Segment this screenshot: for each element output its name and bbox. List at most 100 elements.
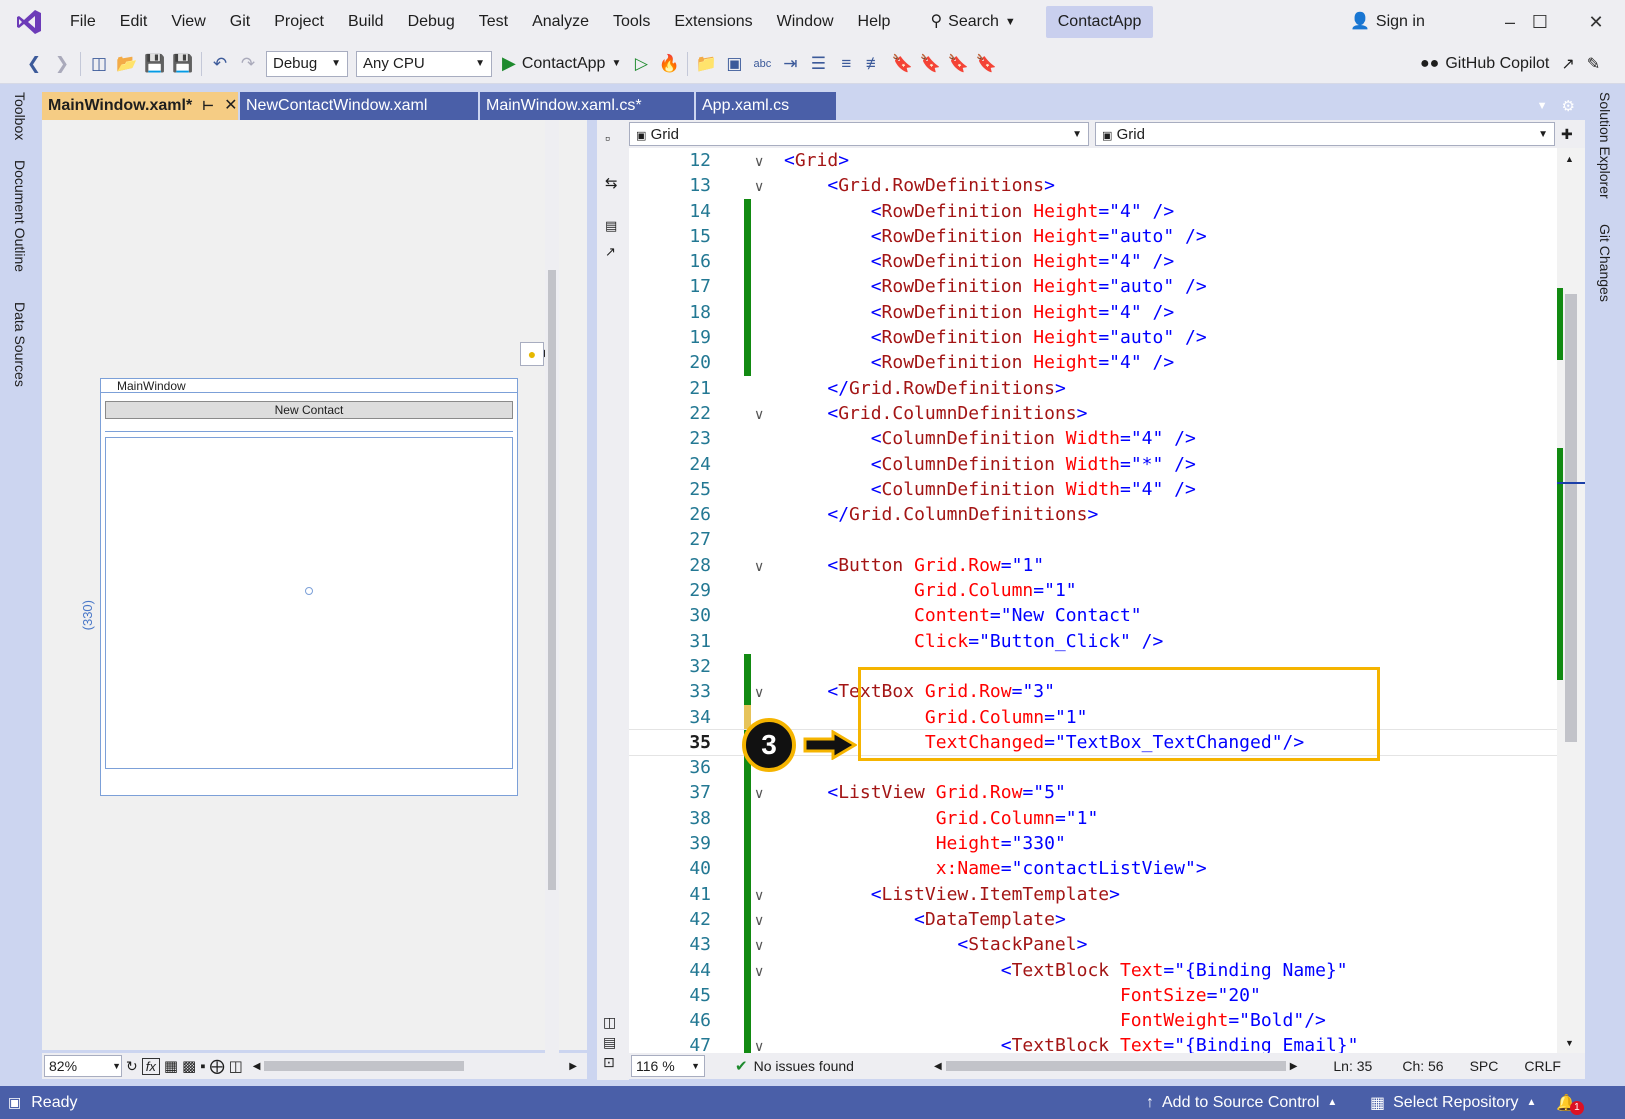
- code-line[interactable]: 28 ∨ <Button Grid.Row="1": [629, 553, 1557, 578]
- scroll-down-icon[interactable]: ▼: [1565, 1038, 1574, 1048]
- editor-zoom-select[interactable]: 116 % ▼: [631, 1055, 705, 1077]
- menu-item-window[interactable]: Window: [765, 0, 846, 44]
- transparency-icon[interactable]: ▪: [200, 1058, 205, 1075]
- pane-toggle-icon[interactable]: ▫: [605, 130, 610, 146]
- vtab-document-outline[interactable]: Document Outline: [12, 160, 28, 272]
- fx-icon[interactable]: fx: [141, 1057, 160, 1075]
- start-without-debugging-icon[interactable]: ▷: [627, 50, 655, 78]
- notifications-button[interactable]: 🔔 1: [1556, 1091, 1584, 1115]
- close-icon[interactable]: ✕: [224, 92, 237, 120]
- code-line[interactable]: 15 <RowDefinition Height="auto" />: [629, 223, 1557, 250]
- menu-item-view[interactable]: View: [159, 0, 217, 44]
- code-line[interactable]: 25 <ColumnDefinition Width="4" />: [629, 477, 1557, 502]
- menu-item-test[interactable]: Test: [467, 0, 520, 44]
- tab-mainwindow-xaml[interactable]: MainWindow.xaml* ⊢ ✕: [42, 92, 238, 120]
- scroll-up-icon[interactable]: ▲: [1565, 154, 1574, 164]
- code-line[interactable]: 39 Height="330": [629, 831, 1557, 857]
- split-icon[interactable]: ▤: [605, 218, 617, 234]
- next-bookmark-icon[interactable]: 🔖: [944, 50, 972, 78]
- sign-in-button[interactable]: 👤 Sign in: [1350, 0, 1425, 44]
- comment-icon[interactable]: ≡: [832, 50, 860, 78]
- clear-bookmark-icon[interactable]: 🔖: [972, 50, 1000, 78]
- issues-label[interactable]: No issues found: [754, 1058, 854, 1074]
- listview-preview[interactable]: [105, 437, 513, 769]
- bookmark-icon[interactable]: 🔖: [888, 50, 916, 78]
- fold-chevron-icon[interactable]: ∨: [754, 884, 764, 909]
- visual-studio-logo-icon[interactable]: [0, 0, 58, 44]
- collapse-pane-icon[interactable]: ⊡: [603, 1054, 615, 1071]
- code-line[interactable]: 46 FontWeight="Bold"/>: [629, 1008, 1557, 1034]
- prev-bookmark-icon[interactable]: 🔖: [916, 50, 944, 78]
- scroll-left-icon[interactable]: ◀: [934, 1061, 942, 1072]
- code-line[interactable]: 29 Grid.Column="1": [629, 578, 1557, 603]
- forward-icon[interactable]: ❯: [48, 50, 76, 78]
- popout-icon[interactable]: ↗: [605, 244, 616, 260]
- gear-icon[interactable]: ⚙: [1562, 97, 1575, 115]
- back-icon[interactable]: ❮: [20, 50, 48, 78]
- code-line[interactable]: 20 <RowDefinition Height="4" />: [629, 350, 1557, 376]
- uncomment-icon[interactable]: ≢: [860, 50, 888, 78]
- menu-item-project[interactable]: Project: [262, 0, 336, 44]
- fold-chevron-icon[interactable]: ∨: [754, 1035, 764, 1053]
- code-editor[interactable]: 12 ∨ <Grid> 13 ∨ <Grid.RowDefinitions> 14 <Ro…: [629, 148, 1557, 1053]
- open-folder-icon[interactable]: 📂: [113, 50, 141, 78]
- menu-item-file[interactable]: File: [58, 0, 108, 44]
- window-layout-icon[interactable]: ▣: [720, 50, 748, 78]
- step-icon[interactable]: ⇥: [776, 50, 804, 78]
- code-line[interactable]: 30 Content="New Contact": [629, 603, 1557, 628]
- tab-newcontactwindow-xaml[interactable]: NewContactWindow.xaml: [240, 92, 478, 120]
- split-editor-icon[interactable]: ✚: [1561, 126, 1573, 143]
- code-line[interactable]: 40 x:Name="contactListView">: [629, 856, 1557, 882]
- code-line[interactable]: 24 <ColumnDefinition Width="*" />: [629, 452, 1557, 477]
- code-line[interactable]: 42 ∨ <DataTemplate>: [629, 906, 1557, 933]
- element-scope-select[interactable]: ▣ Grid ▼: [629, 122, 1089, 146]
- fold-chevron-icon[interactable]: ∨: [754, 175, 764, 200]
- code-line[interactable]: 12 ∨ <Grid>: [629, 148, 1557, 173]
- swap-panes-icon[interactable]: ⇆: [605, 174, 618, 192]
- menu-item-debug[interactable]: Debug: [396, 0, 467, 44]
- code-line[interactable]: 41 ∨ <ListView.ItemTemplate>: [629, 881, 1557, 909]
- redo-icon[interactable]: ↷: [234, 50, 262, 78]
- code-line[interactable]: 17 <RowDefinition Height="auto" />: [629, 274, 1557, 300]
- vtab-toolbox[interactable]: Toolbox: [12, 92, 28, 140]
- column-indicator[interactable]: Ch: 56: [1402, 1058, 1443, 1074]
- menu-item-build[interactable]: Build: [336, 0, 396, 44]
- search-box[interactable]: ⚲ Search ▼: [918, 6, 1027, 38]
- horizontal-scrollbar[interactable]: [264, 1061, 465, 1071]
- editor-vertical-scrollbar[interactable]: ▲ ▼: [1557, 148, 1585, 1053]
- menu-item-tools[interactable]: Tools: [601, 0, 662, 44]
- fold-chevron-icon[interactable]: ∨: [754, 960, 764, 985]
- designer-zoom-select[interactable]: 82% ▼: [44, 1055, 122, 1077]
- config-select[interactable]: Debug ▼: [266, 50, 348, 77]
- whitespace-indicator[interactable]: SPC: [1470, 1058, 1499, 1074]
- code-line[interactable]: 27: [629, 527, 1557, 552]
- code-line[interactable]: 31 Click="Button_Click" />: [629, 629, 1557, 654]
- code-line[interactable]: 44 ∨ <TextBlock Text="{Binding Name}": [629, 957, 1557, 985]
- save-icon[interactable]: 💾: [141, 50, 169, 78]
- code-line[interactable]: 38 Grid.Column="1": [629, 805, 1557, 832]
- fold-chevron-icon[interactable]: ∨: [754, 150, 764, 175]
- snap-lines-icon[interactable]: ⨁: [210, 1057, 225, 1075]
- pin-icon[interactable]: ⊢: [202, 92, 214, 120]
- code-line[interactable]: 13 ∨ <Grid.RowDefinitions>: [629, 173, 1557, 198]
- scroll-left-icon[interactable]: ◀: [253, 1061, 261, 1072]
- grid-icon[interactable]: ▦: [164, 1057, 178, 1075]
- editor-horizontal-scrollbar[interactable]: [945, 1061, 1286, 1071]
- vtab-data-sources[interactable]: Data Sources: [12, 302, 28, 387]
- member-scope-select[interactable]: ▣ Grid ▼: [1095, 122, 1555, 146]
- code-line[interactable]: 21 </Grid.RowDefinitions>: [629, 376, 1557, 401]
- code-line[interactable]: 22 ∨ <Grid.ColumnDefinitions>: [629, 401, 1557, 426]
- platform-select[interactable]: Any CPU ▼: [356, 50, 492, 77]
- code-line[interactable]: 47 ∨ <TextBlock Text="{Binding Email}": [629, 1033, 1557, 1053]
- scrollbar-thumb[interactable]: [1565, 294, 1577, 742]
- scrollbar-thumb[interactable]: [548, 270, 556, 890]
- close-button[interactable]: ✕: [1570, 0, 1622, 44]
- tab-mainwindow-xaml-cs[interactable]: MainWindow.xaml.cs*: [480, 92, 694, 120]
- fold-chevron-icon[interactable]: ∨: [754, 934, 764, 959]
- scroll-right-icon[interactable]: ▶: [1290, 1061, 1298, 1072]
- vtab-solution-explorer[interactable]: Solution Explorer: [1597, 92, 1613, 199]
- vtab-git-changes[interactable]: Git Changes: [1597, 224, 1613, 302]
- horizontal-split-icon[interactable]: ▤: [603, 1034, 616, 1051]
- tab-app-xaml-cs[interactable]: App.xaml.cs: [696, 92, 836, 120]
- pane-splitter[interactable]: ▫ ⇆ ▤ ↗ ◫ ▤ ⊡: [597, 120, 629, 1080]
